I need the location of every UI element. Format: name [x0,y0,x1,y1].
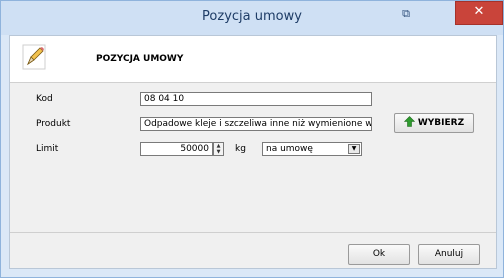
restore-icon[interactable]: ⧉ [399,7,413,21]
limit-type-value: na umowę [266,144,313,154]
limit-type-select[interactable]: na umowę ▼ [262,142,362,156]
produkt-input[interactable]: Odpadowe kleje i szczeliwa inne niż wymi… [140,117,372,131]
kod-input[interactable]: 08 04 10 [140,92,372,106]
dialog-panel: POZYCJA UMOWY Kod 08 04 10 Produkt Odpad… [9,35,497,269]
spin-down-icon[interactable]: ▼ [214,149,223,155]
kod-label: Kod [36,94,53,104]
window-title: Pozycja umowy [202,9,302,24]
titlebar: Pozycja umowy ⧉ ✕ [1,1,503,35]
close-button[interactable]: ✕ [455,1,503,25]
pencil-icon [22,44,46,70]
cancel-button[interactable]: Anuluj [418,244,480,265]
limit-spinner[interactable]: ▲ ▼ [213,142,224,156]
choose-button[interactable]: WYBIERZ [394,113,474,133]
footer-divider [10,232,496,233]
chevron-down-icon[interactable]: ▼ [348,144,360,154]
ok-button[interactable]: Ok [348,244,410,265]
dialog-header: POZYCJA UMOWY [10,36,496,83]
up-arrow-icon [403,116,416,127]
choose-button-label: WYBIERZ [417,118,465,128]
dialog-window: Pozycja umowy ⧉ ✕ POZYCJA UMOWY Kod 08 0… [0,0,504,278]
unit-label: kg [235,144,246,154]
limit-label: Limit [36,144,59,154]
limit-input[interactable]: 50000 [140,142,213,156]
header-title: POZYCJA UMOWY [96,54,184,64]
produkt-label: Produkt [36,119,71,129]
